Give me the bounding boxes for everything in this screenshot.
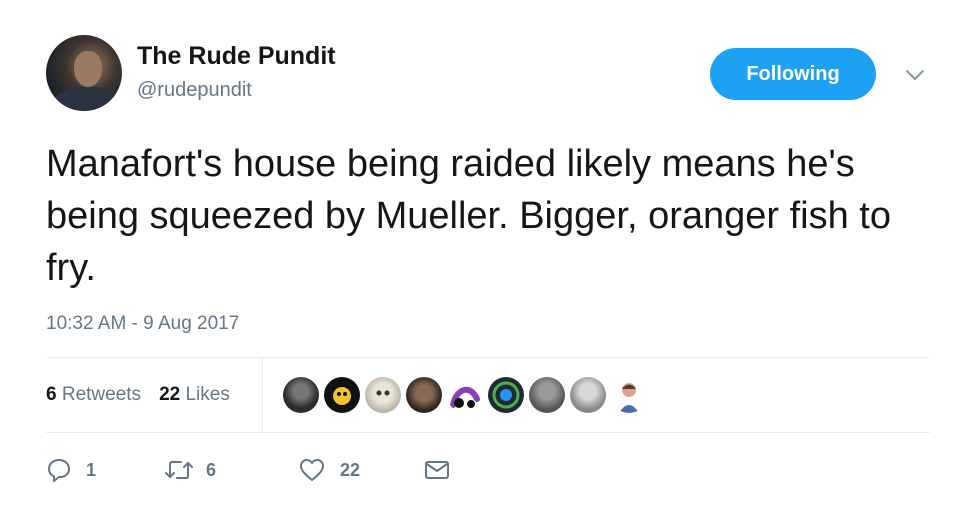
reply-icon bbox=[48, 459, 70, 482]
liker-avatar[interactable] bbox=[611, 377, 647, 413]
reply-count: 1 bbox=[86, 459, 97, 480]
tweet-timestamp[interactable]: 10:32 AM - 9 Aug 2017 bbox=[46, 313, 239, 335]
tweet-stats: 6 Retweets 22 Likes bbox=[46, 358, 248, 432]
liker-avatar[interactable] bbox=[529, 377, 565, 413]
like-icon bbox=[300, 459, 324, 481]
like-count: 22 bbox=[340, 459, 361, 480]
likes-stat[interactable]: 22 Likes bbox=[159, 384, 230, 406]
liker-avatar[interactable] bbox=[570, 377, 606, 413]
reply-button[interactable]: 1 bbox=[46, 457, 164, 483]
liker-avatar[interactable] bbox=[488, 377, 524, 413]
likes-label: Likes bbox=[185, 384, 230, 405]
like-button[interactable]: 22 bbox=[298, 457, 424, 483]
retweets-count: 6 bbox=[46, 384, 57, 405]
chevron-down-icon bbox=[906, 70, 924, 80]
liker-avatar[interactable] bbox=[447, 377, 483, 413]
liker-avatar[interactable] bbox=[324, 377, 360, 413]
retweets-label: Retweets bbox=[61, 384, 142, 405]
stats-separator bbox=[262, 358, 263, 432]
liker-avatar[interactable] bbox=[365, 377, 401, 413]
retweet-icon bbox=[165, 461, 193, 479]
author-handle[interactable]: @rudepundit bbox=[137, 79, 252, 102]
author-display-name[interactable]: The Rude Pundit bbox=[137, 42, 336, 71]
likes-count: 22 bbox=[159, 384, 181, 405]
more-options-button[interactable] bbox=[900, 62, 930, 88]
divider bbox=[46, 432, 930, 433]
retweet-button[interactable]: 6 bbox=[164, 457, 298, 483]
liker-avatar[interactable] bbox=[283, 377, 319, 413]
direct-message-button[interactable] bbox=[424, 459, 450, 481]
author-avatar[interactable] bbox=[46, 35, 122, 111]
tweet-actions: 1 6 22 bbox=[46, 452, 450, 488]
tweet-text: Manafort's house being raided likely mea… bbox=[46, 143, 891, 289]
liker-avatars bbox=[283, 377, 652, 413]
retweet-count: 6 bbox=[206, 459, 217, 480]
following-button[interactable]: Following bbox=[710, 48, 876, 100]
direct-message-icon bbox=[425, 461, 449, 479]
retweets-stat[interactable]: 6 Retweets bbox=[46, 384, 141, 406]
liker-avatar[interactable] bbox=[406, 377, 442, 413]
